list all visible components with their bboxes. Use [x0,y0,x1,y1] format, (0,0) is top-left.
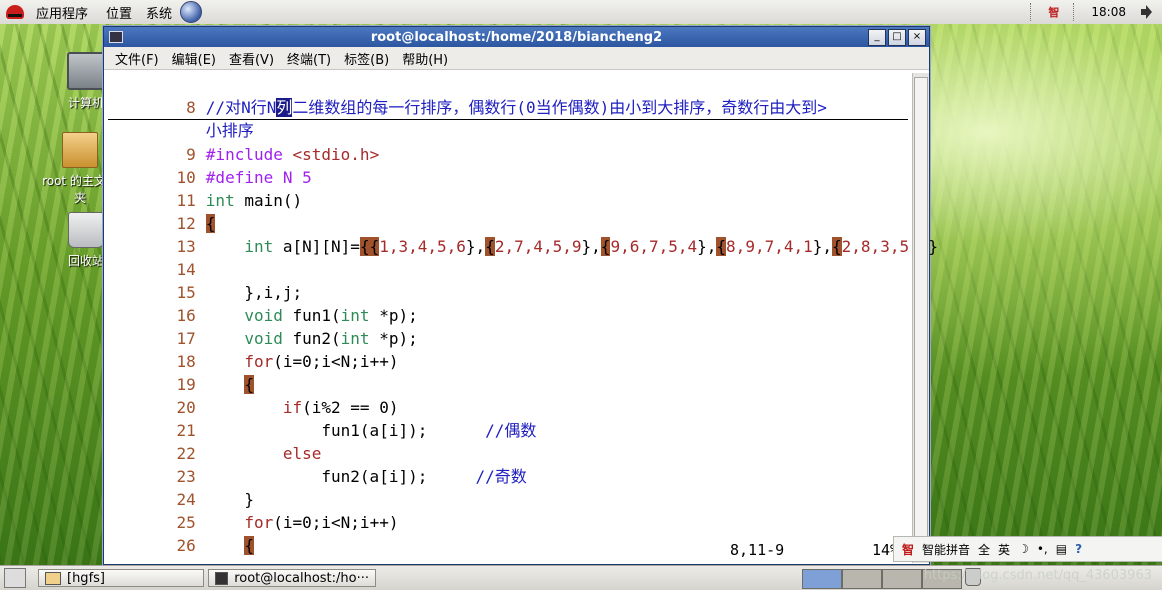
code-line: 26 { [108,511,908,555]
code-line: 23 fun2(a[i]); //奇数 [108,442,908,486]
menu-help[interactable]: 帮助(H) [402,49,448,68]
workspace-2[interactable] [842,569,882,589]
code-line: 17 void fun2(int *p); [108,304,908,348]
menu-view[interactable]: 查看(V) [229,49,274,68]
code-line: 8//对N行N列二维数组的每一行排序，偶数行(0当作偶数)由小到大排序，奇数行由… [108,73,908,117]
workspace-3[interactable] [882,569,922,589]
cursor-position: 8,11-9 [730,541,785,559]
volume-icon[interactable] [1140,4,1156,20]
computer-icon [67,52,105,90]
code-line: 16 void fun1(int *p); [108,281,908,325]
code-line-wrap: 小排序 [108,96,908,140]
panel-handle[interactable] [1030,3,1034,21]
code-line: 20 if(i%2 == 0) [108,373,908,417]
show-desktop-icon[interactable] [4,568,26,588]
scrollbar-thumb[interactable] [914,77,928,559]
window-title: root@localhost:/home/2018/biancheng2 [370,29,663,45]
vim-editor[interactable]: 8//对N行N列二维数组的每一行排序，偶数行(0当作偶数)由小到大排序，奇数行由… [108,73,938,563]
home-folder-icon [62,132,98,168]
window-titlebar[interactable]: root@localhost:/home/2018/biancheng2 _ □… [104,27,929,47]
top-panel: 应用程序 位置 系统 智 18:08 [0,0,1162,25]
menu-edit[interactable]: 编辑(E) [172,49,216,68]
ime-toolbar: 智 智能拼音 全 英 ☽ •, ▤ ? [893,536,1162,562]
menu-tabs[interactable]: 标签(B) [344,49,389,68]
ime-fullwidth-toggle[interactable]: 全 [978,541,990,558]
code-line: 18 for(i=0;i<N;i++) [108,327,908,371]
desktop-icon-label: 计算机 [67,96,104,110]
ime-name[interactable]: 智能拼音 [922,541,970,558]
bottom-panel: [hgfs] root@localhost:/ho··· https://blo… [0,565,1162,590]
menu-places[interactable]: 位置 [106,3,132,22]
minimize-button[interactable]: _ [868,29,886,46]
ime-logo-icon[interactable]: 智 [902,541,914,558]
clock[interactable]: 18:08 [1091,5,1126,19]
code-line: 22 else [108,419,908,463]
moon-icon[interactable]: ☽ [1018,542,1029,556]
trash-icon [68,212,104,248]
code-line: 11 int main() [108,166,908,210]
maximize-button[interactable]: □ [888,29,906,46]
redhat-icon[interactable] [6,5,24,19]
menu-system[interactable]: 系统 [146,3,172,22]
desktop-icon-label: 回收站 [67,254,104,268]
ime-language-toggle[interactable]: 英 [998,541,1010,558]
punctuation-icon[interactable]: •, [1037,542,1048,556]
close-button[interactable]: × [908,29,926,46]
folder-icon [45,571,61,585]
code-line: 19 { [108,350,908,394]
help-icon[interactable]: ? [1075,542,1082,556]
code-line: 24 } [108,465,908,509]
workspace-1[interactable] [802,569,842,589]
terminal-icon [215,571,229,585]
terminal-window[interactable]: root@localhost:/home/2018/biancheng2 _ □… [103,26,938,565]
code-line: 12{ [108,189,908,233]
code-line: 10 #define N 5 [108,143,908,187]
window-menubar: 文件(F) 编辑(E) 查看(V) 终端(T) 标签(B) 帮助(H) [104,47,929,70]
code-line: 13 int a[N][N]={{1,3,4,5,6},{2,7,4,5,9},… [108,212,938,256]
watermark-text: https://blog.csdn.net/qq_43603963 [923,568,1152,583]
terminal-scrollbar[interactable] [912,73,929,563]
menu-applications[interactable]: 应用程序 [36,3,88,22]
menu-file[interactable]: 文件(F) [115,49,159,68]
code-line: 9 #include <stdio.h> [108,120,908,164]
code-line: 25 for(i=0;i<N;i++) [108,488,908,532]
code-line: 21 fun1(a[i]); //偶数 [108,396,908,440]
taskbar-item-folder[interactable]: [hgfs] [38,569,204,587]
ime-tray-icon[interactable]: 智 [1048,4,1059,20]
code-line: 14 [108,235,908,279]
vim-statusline: 8,11-9 14% [108,539,908,561]
browser-icon[interactable] [180,1,203,23]
menu-terminal[interactable]: 终端(T) [287,49,331,68]
top-panel-tray: 智 18:08 [1030,0,1156,24]
code-line: 15 },i,j; [108,258,908,302]
panel-handle[interactable] [1073,3,1077,21]
taskbar-item-terminal[interactable]: root@localhost:/ho··· [208,569,376,587]
keyboard-icon[interactable]: ▤ [1056,542,1067,556]
